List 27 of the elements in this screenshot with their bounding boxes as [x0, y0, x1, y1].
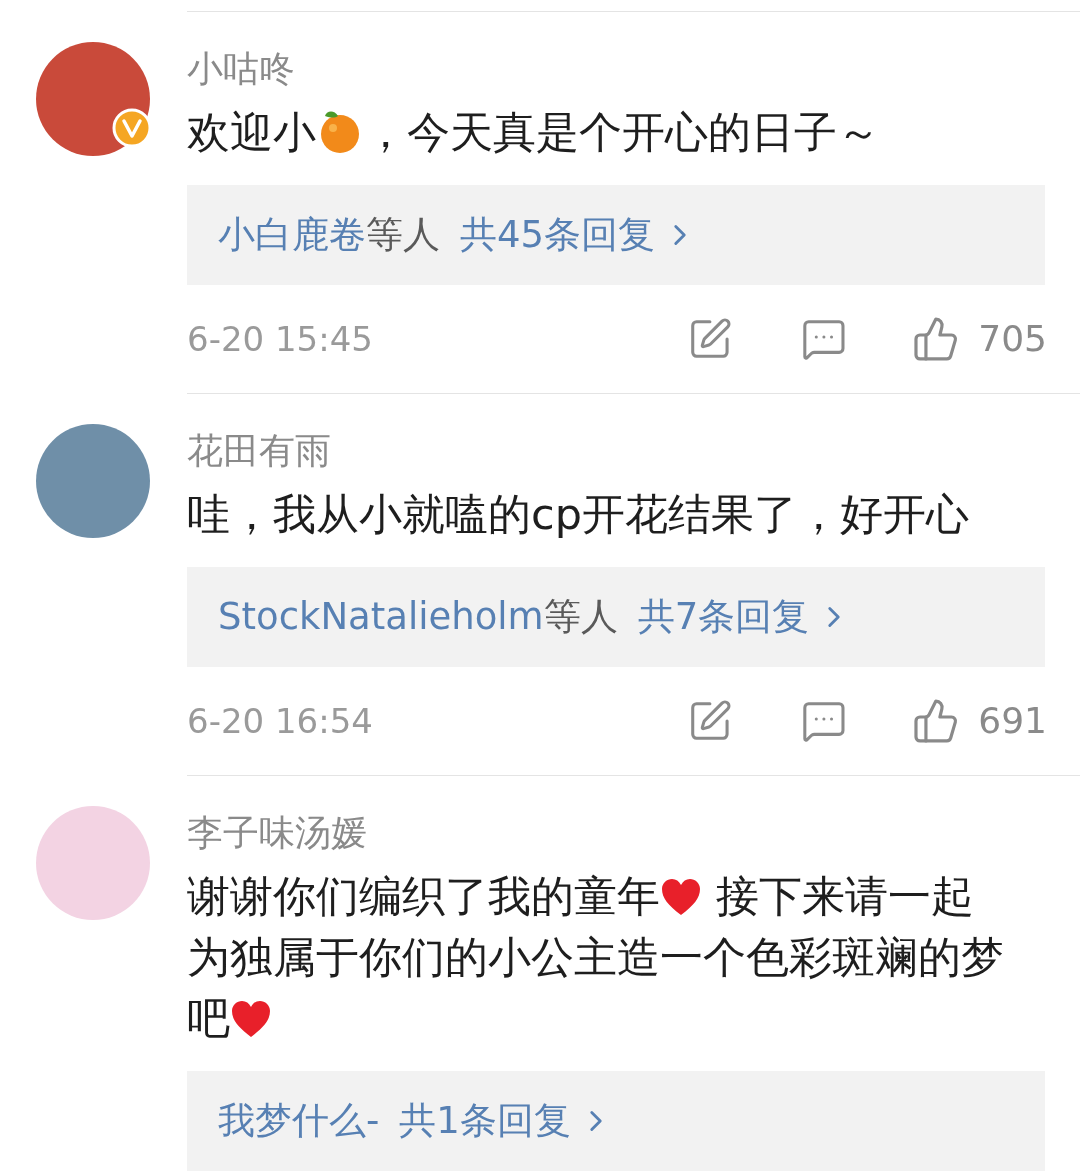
reply-others: 等人 — [366, 212, 440, 259]
reply-count[interactable]: 共45条回复 — [460, 207, 656, 263]
reply-others: 等人 — [543, 594, 618, 641]
reply-count[interactable]: 共7条回复 — [637, 589, 810, 645]
heart-emoji-icon — [230, 999, 272, 1039]
reply-count[interactable]: 共1条回复 — [399, 1093, 571, 1149]
comment-text: 谢谢你们编织了我的童年 — [187, 871, 660, 921]
username[interactable]: 李子味汤媛 — [187, 808, 367, 858]
reply-names[interactable]: StockNatalieholm — [218, 589, 544, 645]
heart-emoji-icon — [660, 877, 702, 917]
comment-text: 欢迎小 — [187, 107, 316, 157]
replies-link[interactable]: StockNatalieholm等人 共7条回复 — [187, 567, 1045, 667]
like-count: 691 — [978, 699, 1047, 743]
replies-link[interactable]: 小白鹿卷等人 共45条回复 — [187, 185, 1045, 285]
comment-time: 6-20 16:54 — [187, 699, 374, 743]
replies-link[interactable]: 我梦什么- 共1条回复 — [187, 1071, 1045, 1171]
reply-names[interactable]: 小白鹿卷 — [218, 207, 366, 263]
like-count: 705 — [978, 317, 1047, 361]
comment-text: 哇，我从小就嗑的cp开花结果了，好开心 — [187, 489, 969, 539]
comment-text: ，今天真是个开心的日子～ — [364, 107, 880, 157]
comment-text: 为独属于你们的小公主造一个色彩斑斓的梦 — [187, 932, 1004, 982]
reply-names[interactable]: 我梦什么- — [218, 1093, 380, 1149]
username[interactable]: 小咕咚 — [187, 44, 295, 94]
comment-time: 6-20 15:45 — [187, 317, 374, 361]
comment-text: 吧 — [187, 993, 230, 1043]
username[interactable]: 花田有雨 — [187, 426, 331, 476]
comment-text: 接下来请一起 — [714, 871, 974, 921]
